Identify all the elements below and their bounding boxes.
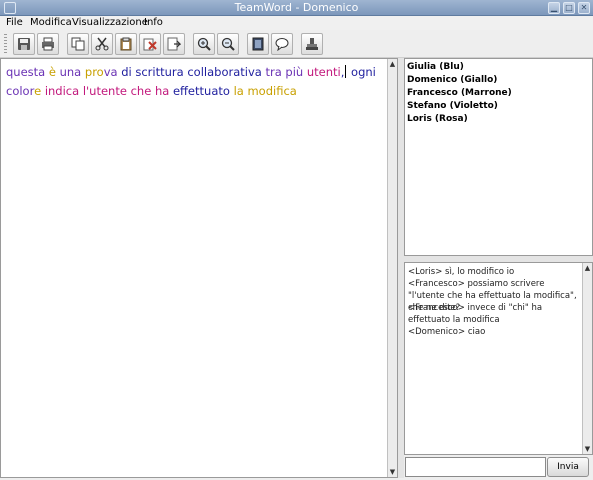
text-segment: e — [34, 84, 45, 98]
user-item[interactable]: Stefano (Violetto) — [407, 101, 498, 111]
scroll-up-icon[interactable]: ▲ — [583, 263, 592, 273]
minimize-icon[interactable]: ▁ — [548, 2, 560, 14]
user-item[interactable]: Giulia (Blu) — [407, 62, 464, 72]
stamp-button[interactable] — [301, 33, 323, 55]
text-segment: pro — [84, 65, 104, 79]
maximize-icon[interactable]: □ — [563, 2, 575, 14]
toolbar — [0, 30, 593, 58]
chat-message: <Francesco> invece di "chi" ha effettuat… — [408, 303, 543, 325]
menu-modifica[interactable]: Modifica — [30, 17, 72, 28]
scroll-down-icon[interactable]: ▼ — [583, 444, 592, 454]
save-button[interactable] — [13, 33, 35, 55]
text-segment: effettuato — [172, 84, 234, 98]
chat-log: <Loris> sì, lo modifico io <Francesco> p… — [404, 262, 593, 455]
chat-message: <Domenico> ciao — [408, 327, 486, 337]
menu-info[interactable]: Info — [144, 17, 163, 28]
zoom-in-button[interactable] — [193, 33, 215, 55]
stamp-icon — [306, 38, 318, 50]
chat-button[interactable] — [271, 33, 293, 55]
text-segment: , — [340, 65, 345, 79]
delete-button[interactable] — [139, 33, 161, 55]
menu-visualizzazione[interactable]: Visualizzazione — [72, 17, 148, 28]
delete-icon — [143, 38, 157, 51]
text-segment: una — [59, 65, 85, 79]
zoom-out-icon — [221, 37, 235, 51]
send-button[interactable]: Invia — [547, 457, 589, 477]
copy-icon — [71, 37, 85, 51]
user-item[interactable]: Loris (Rosa) — [407, 114, 468, 124]
text-segment: va — [103, 65, 122, 79]
window-title: TeamWord - Domenico — [234, 1, 359, 14]
menu-file[interactable]: File — [6, 17, 23, 28]
text-segment: la modifica — [233, 84, 297, 98]
save-icon — [18, 38, 30, 50]
print-icon — [42, 37, 54, 51]
export-button[interactable] — [163, 33, 185, 55]
text-segment: tra più — [265, 65, 307, 79]
paste-button[interactable] — [115, 33, 137, 55]
print-button[interactable] — [37, 33, 59, 55]
chat-input[interactable] — [405, 457, 546, 477]
notebook-icon — [252, 37, 264, 51]
zoom-out-button[interactable] — [217, 33, 239, 55]
user-item[interactable]: Francesco (Marrone) — [407, 88, 512, 98]
close-icon[interactable]: ✕ — [578, 2, 590, 14]
copy-button[interactable] — [67, 33, 89, 55]
user-item[interactable]: Domenico (Giallo) — [407, 75, 497, 85]
document-editor[interactable]: questa è una prova di scrittura collabor… — [0, 58, 398, 478]
cut-icon — [95, 37, 109, 51]
text-segment: indica — [44, 84, 83, 98]
chat-message: <Loris> sì, lo modifico io — [408, 267, 515, 277]
export-icon — [167, 37, 181, 51]
cut-button[interactable] — [91, 33, 113, 55]
document-text[interactable]: questa è una prova di scrittura collabor… — [6, 63, 384, 101]
text-segment: utenti — [306, 65, 341, 79]
chat-bubble-icon — [275, 38, 289, 51]
zoom-in-icon — [197, 37, 211, 51]
text-segment: color — [6, 84, 35, 98]
text-segment: l'utente che — [82, 84, 155, 98]
notebook-button[interactable] — [247, 33, 269, 55]
text-segment: di scrittura collaborativa — [121, 65, 266, 79]
title-bar: TeamWord - Domenico ▁ □ ✕ — [0, 0, 593, 16]
scroll-up-icon[interactable]: ▲ — [388, 59, 397, 69]
scroll-down-icon[interactable]: ▼ — [388, 467, 397, 477]
paste-icon — [120, 37, 132, 51]
editor-scrollbar[interactable]: ▲ ▼ — [387, 59, 397, 477]
toolbar-grip[interactable] — [4, 34, 7, 54]
text-segment: ha — [154, 84, 173, 98]
text-segment: è — [48, 65, 60, 79]
user-list: Giulia (Blu) Domenico (Giallo) Francesco… — [404, 58, 593, 256]
chat-scrollbar[interactable]: ▲ ▼ — [582, 263, 592, 454]
text-segment: questa — [6, 65, 49, 79]
text-segment: ogni — [347, 65, 376, 79]
menu-bar: File Modifica Visualizzazione Info — [0, 16, 593, 30]
